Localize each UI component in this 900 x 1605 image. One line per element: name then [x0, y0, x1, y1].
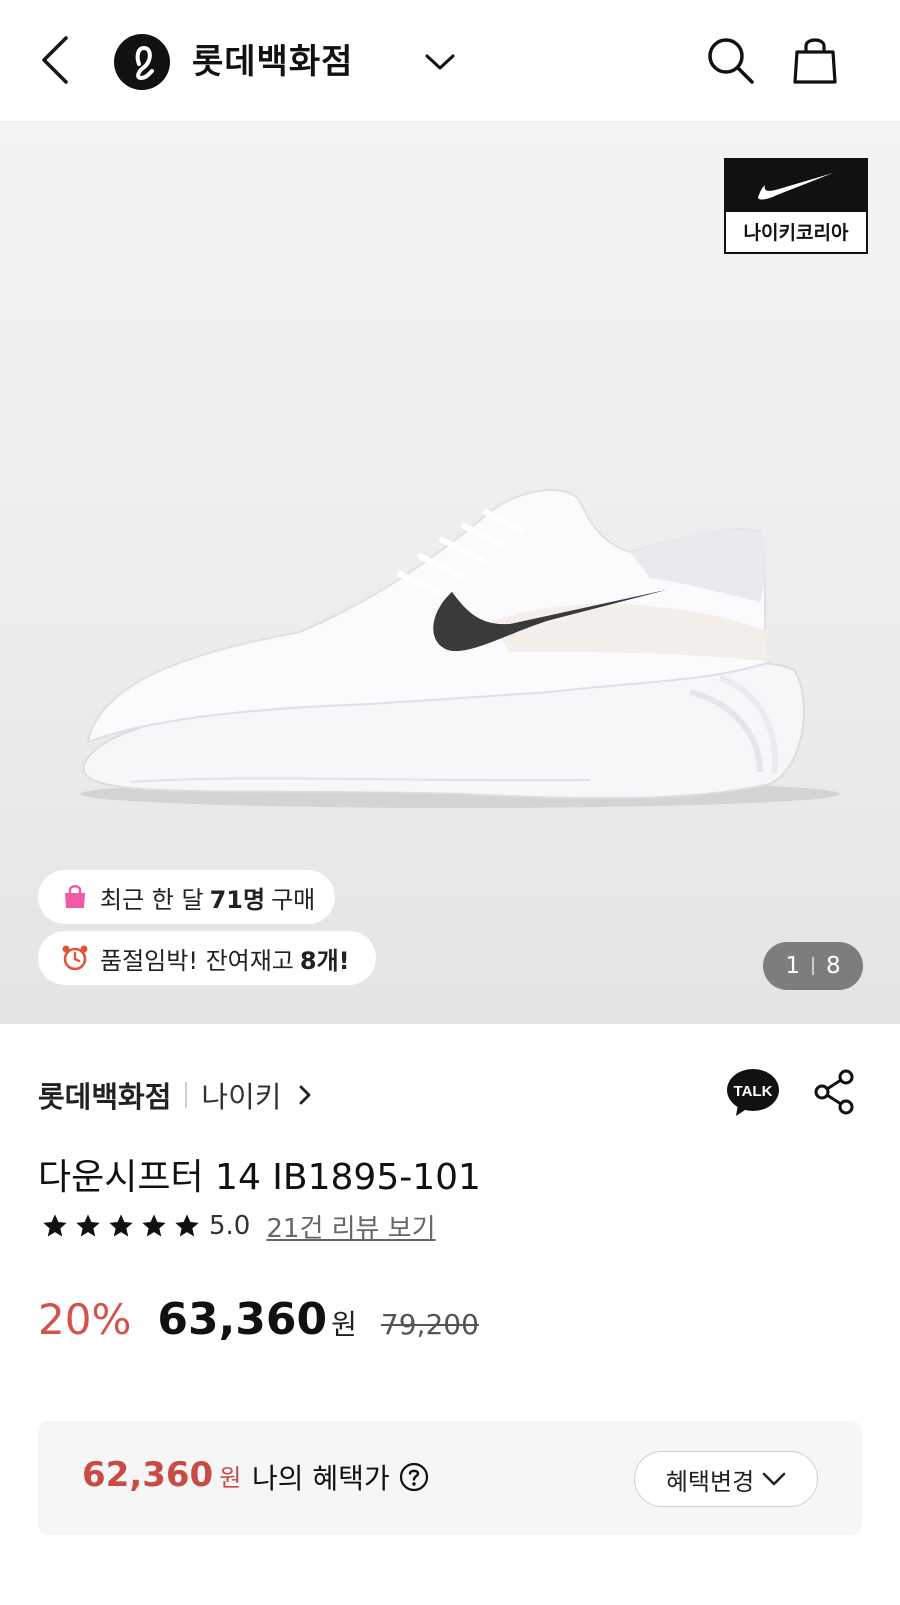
change-benefit-label: 혜택변경	[665, 1467, 755, 1496]
star-icon	[38, 1211, 71, 1241]
change-benefit-button[interactable]: 혜택변경	[634, 1451, 818, 1507]
image-counter-divider	[812, 957, 814, 975]
brand-link[interactable]: 나이키	[201, 1074, 311, 1116]
share-icon	[814, 1069, 854, 1115]
product-image-gallery[interactable]: 나이키코리아 최근 한 달 71명 구매 품절임박! 잔여재고 8개! 1 8	[0, 122, 900, 1024]
benefit-label: 나의 혜택가	[252, 1462, 390, 1495]
benefit-currency: 원	[219, 1464, 242, 1492]
star-icon	[71, 1211, 104, 1241]
search-button[interactable]	[700, 30, 760, 90]
store-brand-row: 롯데백화점 나이키	[38, 1070, 311, 1120]
lotte-logo-icon[interactable]	[114, 34, 170, 90]
chevron-down-icon	[425, 54, 455, 70]
recent-purchase-prefix: 최근 한 달	[100, 885, 204, 914]
stock-alert-badge: 품절임박! 잔여재고 8개!	[38, 931, 376, 985]
benefit-price: 62,360 원	[82, 1455, 241, 1495]
recent-purchase-suffix: 구매	[271, 885, 316, 914]
recent-purchase-badge: 최근 한 달 71명 구매	[38, 870, 336, 924]
star-icon	[170, 1211, 203, 1241]
svg-text:TALK: TALK	[734, 1083, 773, 1100]
reviews-link[interactable]: 21건 리뷰 보기	[266, 1208, 435, 1245]
rating-row: 5.0 21건 리뷰 보기	[38, 1206, 436, 1246]
original-price: 79,200	[380, 1308, 479, 1341]
brand-name: 나이키	[201, 1080, 282, 1114]
back-arrow-icon	[42, 36, 68, 84]
shopping-bag-pink-icon	[60, 882, 90, 912]
benefit-amount: 62,360	[82, 1455, 214, 1495]
recent-purchase-count: 71명	[209, 885, 266, 914]
star-icon	[104, 1211, 137, 1241]
alarm-clock-icon	[60, 943, 90, 973]
rating-stars	[38, 1211, 203, 1241]
chevron-down-icon	[762, 1472, 786, 1486]
star-icon	[137, 1211, 170, 1241]
brand-title[interactable]: 롯데백화점	[192, 34, 353, 90]
store-divider	[185, 1082, 188, 1108]
brand-dropdown-button[interactable]	[420, 42, 460, 82]
price-row: 20% 63,360 원 79,200	[38, 1294, 479, 1354]
brand-badge-label: 나이키코리아	[743, 222, 849, 244]
share-button[interactable]	[806, 1064, 862, 1120]
nike-swoosh-icon	[726, 160, 866, 212]
back-button[interactable]	[30, 28, 80, 92]
image-counter-total: 8	[826, 953, 841, 979]
stock-alert-count: 8개!	[299, 946, 350, 975]
store-name: 롯데백화점	[38, 1080, 172, 1114]
kakao-talk-icon: TALK	[727, 1069, 779, 1116]
price-currency: 원	[331, 1308, 357, 1341]
search-icon	[708, 38, 754, 84]
my-benefit-price-box: 62,360 원 나의 혜택가 혜택변경	[38, 1421, 862, 1535]
kakao-talk-button[interactable]: TALK	[726, 1066, 780, 1120]
stock-alert-text: 품절임박! 잔여재고	[100, 946, 294, 975]
sale-price: 63,360	[157, 1294, 328, 1345]
rating-value: 5.0	[209, 1211, 251, 1241]
chevron-right-icon	[299, 1085, 311, 1105]
help-circle-icon[interactable]	[398, 1461, 430, 1493]
benefit-label-row: 나의 혜택가	[252, 1457, 430, 1497]
discount-rate: 20%	[38, 1295, 132, 1344]
product-title: 다운시프터 14 IB1895-101	[38, 1157, 481, 1198]
top-app-bar: 롯데백화점	[0, 0, 900, 122]
image-counter: 1 8	[763, 942, 863, 990]
image-counter-current: 1	[785, 953, 800, 979]
shopping-bag-icon	[793, 38, 837, 84]
nike-brand-badge[interactable]: 나이키코리아	[724, 158, 868, 254]
cart-button[interactable]	[785, 30, 845, 90]
